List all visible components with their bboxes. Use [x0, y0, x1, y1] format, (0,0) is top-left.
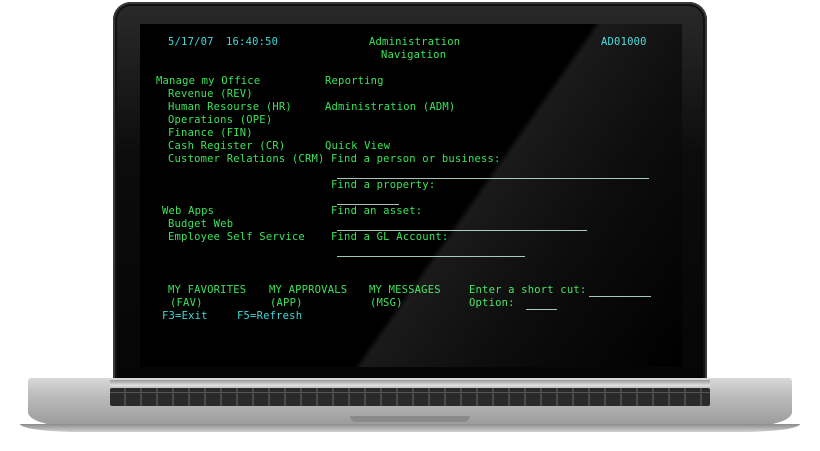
menu-item-operations[interactable]: Operations (OPE): [168, 114, 272, 127]
find-gl-input[interactable]: [337, 256, 525, 257]
web-apps-heading: Web Apps: [162, 205, 215, 217]
my-approvals-code: (APP): [270, 297, 303, 309]
menu-item-human-resource[interactable]: Human Resourse (HR): [168, 101, 292, 114]
terminal-screen: 5/17/07 16:40:50 Administration Navigati…: [140, 24, 682, 367]
reporting-heading[interactable]: Reporting: [325, 75, 384, 88]
date: 5/17/07: [168, 36, 214, 48]
find-person-label: Find a person or business:: [331, 153, 501, 165]
menu-item-finance[interactable]: Finance (FIN): [168, 127, 253, 140]
menu-item-administration[interactable]: Administration (ADM): [325, 101, 455, 114]
f3-exit-key[interactable]: F3=Exit: [162, 310, 208, 323]
screen-id: AD01000: [601, 36, 647, 48]
quick-view-heading: Quick View: [325, 140, 391, 152]
my-approvals-label[interactable]: MY APPROVALS: [269, 284, 347, 297]
find-gl-label: Find a GL Account:: [331, 231, 449, 243]
menu-item-cash-register[interactable]: Cash Register (CR): [168, 140, 285, 153]
keyboard-row-divider: [110, 392, 710, 393]
option-input[interactable]: [526, 309, 557, 310]
my-messages-code: (MSG): [370, 297, 403, 309]
menu-item-customer-relations[interactable]: Customer Relations (CRM): [168, 153, 325, 166]
my-messages-label[interactable]: MY MESSAGES: [369, 284, 441, 297]
time: 16:40:50: [226, 36, 279, 48]
f5-refresh-key[interactable]: F5=Refresh: [237, 310, 302, 323]
find-asset-label: Find an asset:: [331, 205, 423, 217]
menu-item-employee-self-service[interactable]: Employee Self Service: [168, 231, 305, 244]
trackpad-notch: [350, 416, 470, 422]
page-subtitle: Navigation: [381, 49, 447, 61]
shortcut-label: Enter a short cut:: [469, 284, 587, 296]
my-favorites-code: (FAV): [170, 297, 203, 309]
laptop-base-edge: [20, 424, 800, 432]
shortcut-input[interactable]: [589, 296, 651, 297]
laptop-hinge: [110, 380, 710, 386]
keyboard: [110, 388, 710, 406]
find-property-label: Find a property:: [331, 179, 436, 191]
option-label: Option:: [469, 297, 515, 309]
my-favorites-label[interactable]: MY FAVORITES: [168, 284, 246, 297]
manage-office-heading: Manage my Office: [156, 75, 261, 87]
menu-item-revenue[interactable]: Revenue (REV): [168, 88, 253, 101]
menu-item-budget-web[interactable]: Budget Web: [168, 218, 233, 231]
page-title: Administration: [369, 36, 461, 48]
